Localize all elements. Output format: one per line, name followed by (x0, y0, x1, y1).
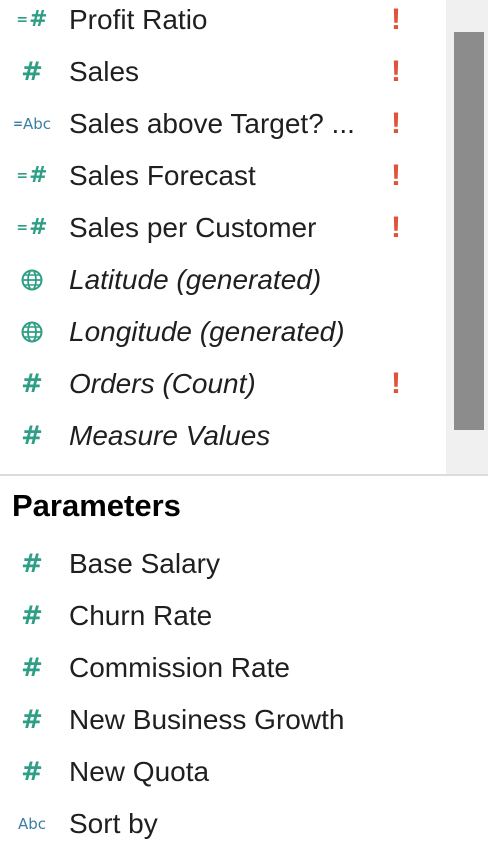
field-row-sales-per-customer[interactable]: = # Sales per Customer ! (0, 202, 446, 254)
warning-icon: ! (391, 211, 401, 244)
number-icon: # (21, 705, 43, 735)
warning-icon: ! (391, 3, 401, 36)
field-row-longitude[interactable]: Longitude (generated) (0, 306, 446, 358)
measures-section: = # Profit Ratio ! # Sales ! = Abc Sales a… (0, 0, 488, 476)
globe-icon (4, 306, 60, 358)
number-icon: # (21, 601, 43, 631)
parameter-label: Commission Rate (69, 652, 290, 683)
parameter-label: Sort by (69, 808, 158, 839)
parameter-row-churn-rate[interactable]: # Churn Rate (0, 590, 446, 642)
calculated-string-icon: = Abc (12, 115, 52, 133)
parameter-row-base-salary[interactable]: # Base Salary (0, 538, 446, 590)
number-icon: # (21, 549, 43, 579)
field-row-sales-above-target[interactable]: = Abc Sales above Target? ... ! (0, 98, 446, 150)
warning-icon: ! (391, 159, 401, 192)
field-row-profit-ratio[interactable]: = # Profit Ratio ! (0, 0, 446, 46)
scrollbar-thumb[interactable] (454, 32, 484, 430)
number-icon: # (21, 757, 43, 787)
field-label: Orders (Count) (69, 368, 256, 399)
warning-icon: ! (391, 55, 401, 88)
field-row-measure-values[interactable]: # Measure Values (0, 410, 446, 462)
warning-icon: ! (391, 107, 401, 140)
field-label: Longitude (generated) (69, 316, 345, 347)
field-row-orders-count[interactable]: # Orders (Count) ! (0, 358, 446, 410)
field-row-sales-forecast[interactable]: = # Sales Forecast ! (0, 150, 446, 202)
globe-icon (4, 254, 60, 306)
number-icon: # (21, 369, 43, 399)
warning-icon: ! (391, 367, 401, 400)
number-icon: # (21, 57, 43, 87)
calculated-number-icon: = # (16, 215, 48, 240)
parameter-row-new-quota[interactable]: # New Quota (0, 746, 446, 798)
field-label: Sales Forecast (69, 160, 256, 191)
calculated-number-icon: = # (16, 163, 48, 188)
parameter-row-sort-by[interactable]: Abc Sort by (0, 798, 446, 850)
parameter-row-commission-rate[interactable]: # Commission Rate (0, 642, 446, 694)
number-icon: # (21, 653, 43, 683)
field-label: Sales above Target? ... (69, 108, 355, 139)
field-label: Profit Ratio (69, 4, 208, 35)
calculated-number-icon: = # (16, 7, 48, 32)
field-label: Measure Values (69, 420, 271, 451)
parameters-heading: Parameters (12, 488, 181, 523)
parameter-row-new-business-growth[interactable]: # New Business Growth (0, 694, 446, 746)
field-row-sales[interactable]: # Sales ! (0, 46, 446, 98)
parameter-label: Base Salary (69, 548, 220, 579)
number-icon: # (21, 421, 43, 451)
field-label: Latitude (generated) (69, 264, 322, 295)
section-divider (0, 474, 488, 476)
field-label: Sales per Customer (69, 212, 317, 243)
string-icon: Abc (17, 814, 47, 833)
field-row-latitude[interactable]: Latitude (generated) (0, 254, 446, 306)
parameter-label: Churn Rate (69, 600, 213, 631)
parameter-label: New Business Growth (69, 704, 345, 735)
field-label: Sales (69, 56, 140, 87)
parameter-label: New Quota (69, 756, 210, 787)
